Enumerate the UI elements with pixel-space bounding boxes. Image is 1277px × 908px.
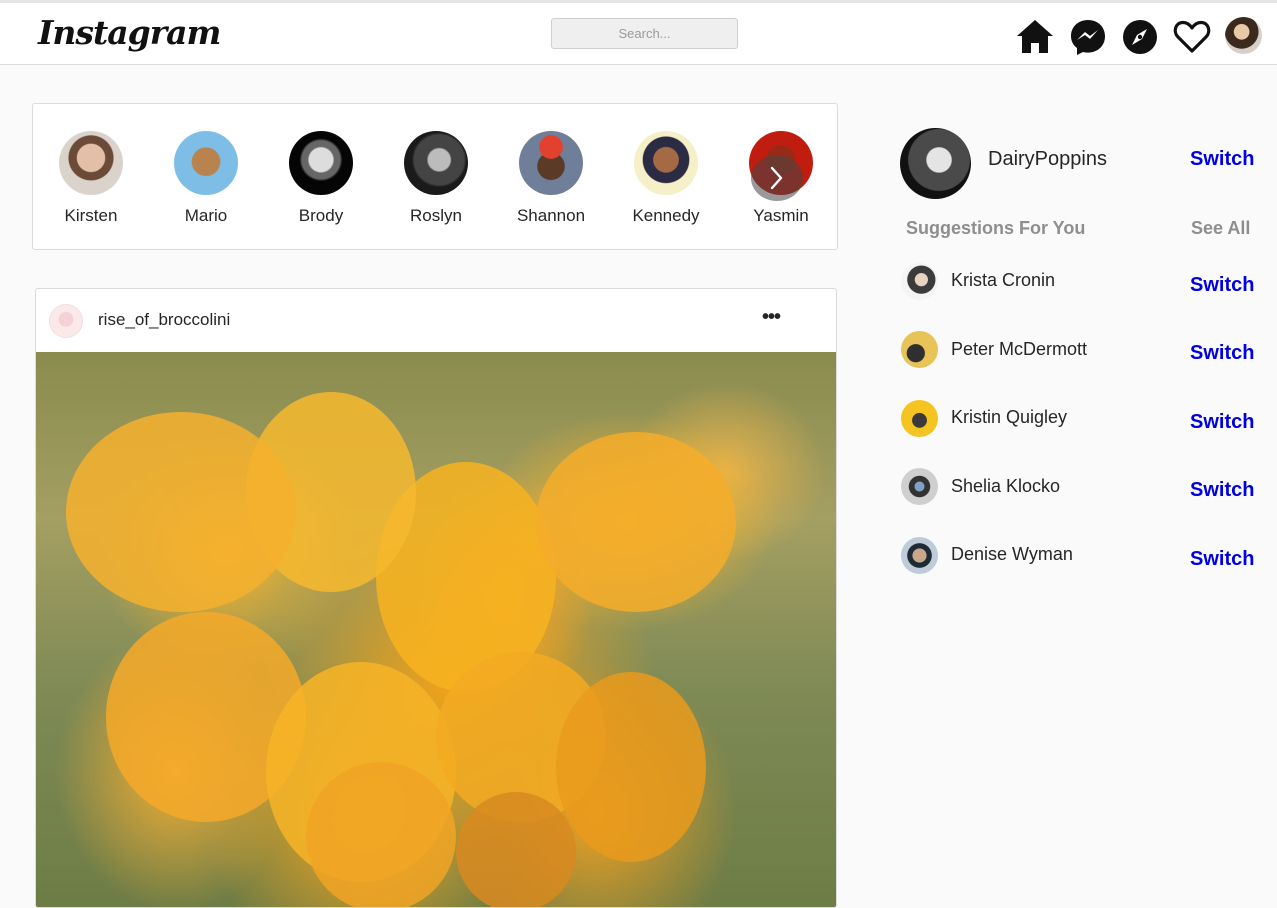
post-image[interactable] [36,352,836,907]
story-avatar [519,131,583,195]
instagram-logo[interactable]: Instagram [38,13,221,52]
story-item[interactable]: Kirsten [46,131,136,226]
story-item[interactable]: Roslyn [391,131,481,226]
suggestion-name[interactable]: Kristin Quigley [951,407,1067,428]
search-input[interactable] [551,18,738,49]
story-name: Shannon [516,206,586,225]
more-options-icon[interactable]: ••• [760,307,782,331]
story-avatar [404,131,468,195]
flower-petal [456,792,576,907]
suggestion-avatar[interactable] [901,468,938,505]
suggestion-switch-link[interactable]: Switch [1190,411,1254,434]
suggestion-name[interactable]: Shelia Klocko [951,476,1060,497]
post-header: rise_of_broccolini ••• [36,289,836,352]
flower-petal [66,412,296,612]
feed-post: rise_of_broccolini ••• [35,288,837,908]
suggestion-name[interactable]: Krista Cronin [951,270,1055,291]
suggestion-switch-link[interactable]: Switch [1190,342,1254,365]
explore-icon[interactable] [1120,17,1160,57]
story-item[interactable]: Shannon [506,131,596,226]
story-avatar [59,131,123,195]
suggestion-switch-link[interactable]: Switch [1190,479,1254,502]
story-avatar [174,131,238,195]
story-name: Yasmin [753,206,809,225]
messenger-icon[interactable] [1068,17,1108,57]
story-item[interactable]: Mario [161,131,251,226]
flower-petal [306,762,456,907]
story-name: Brody [298,206,344,225]
suggestion-name[interactable]: Peter McDermott [951,339,1087,360]
suggestion-avatar[interactable] [901,263,938,300]
profile-avatar[interactable] [1225,17,1262,54]
suggestions-heading: Suggestions For You [906,218,1086,238]
suggestion-switch-link[interactable]: Switch [1190,274,1254,297]
switch-account-link[interactable]: Switch [1190,148,1254,171]
story-name: Roslyn [410,206,462,225]
top-navbar: Instagram [0,0,1277,65]
story-name: Mario [184,206,228,225]
story-avatar [634,131,698,195]
home-icon[interactable] [1015,17,1055,57]
post-username[interactable]: rise_of_broccolini [98,310,230,330]
flower-petal [556,672,706,862]
story-item[interactable]: Brody [276,131,366,226]
flower-petal [536,432,736,612]
current-username[interactable]: DairyPoppins [988,148,1107,171]
post-author-avatar[interactable] [49,304,83,338]
story-name: Kennedy [632,206,700,225]
story-item[interactable]: Kennedy [621,131,711,226]
see-all-link[interactable]: See All [1191,218,1250,239]
stories-bar: Kirsten Mario Brody Roslyn Shannon Kenne… [32,103,838,250]
suggestion-name[interactable]: Denise Wyman [951,544,1073,565]
stories-next-button[interactable] [751,155,803,201]
chevron-right-icon [770,166,783,190]
suggestion-avatar[interactable] [901,537,938,574]
current-user-avatar[interactable] [900,128,971,199]
heart-icon[interactable] [1172,17,1212,57]
suggestion-avatar[interactable] [901,400,938,437]
story-name: Kirsten [64,206,118,225]
suggestion-avatar[interactable] [901,331,938,368]
story-avatar [289,131,353,195]
suggestion-switch-link[interactable]: Switch [1190,548,1254,571]
